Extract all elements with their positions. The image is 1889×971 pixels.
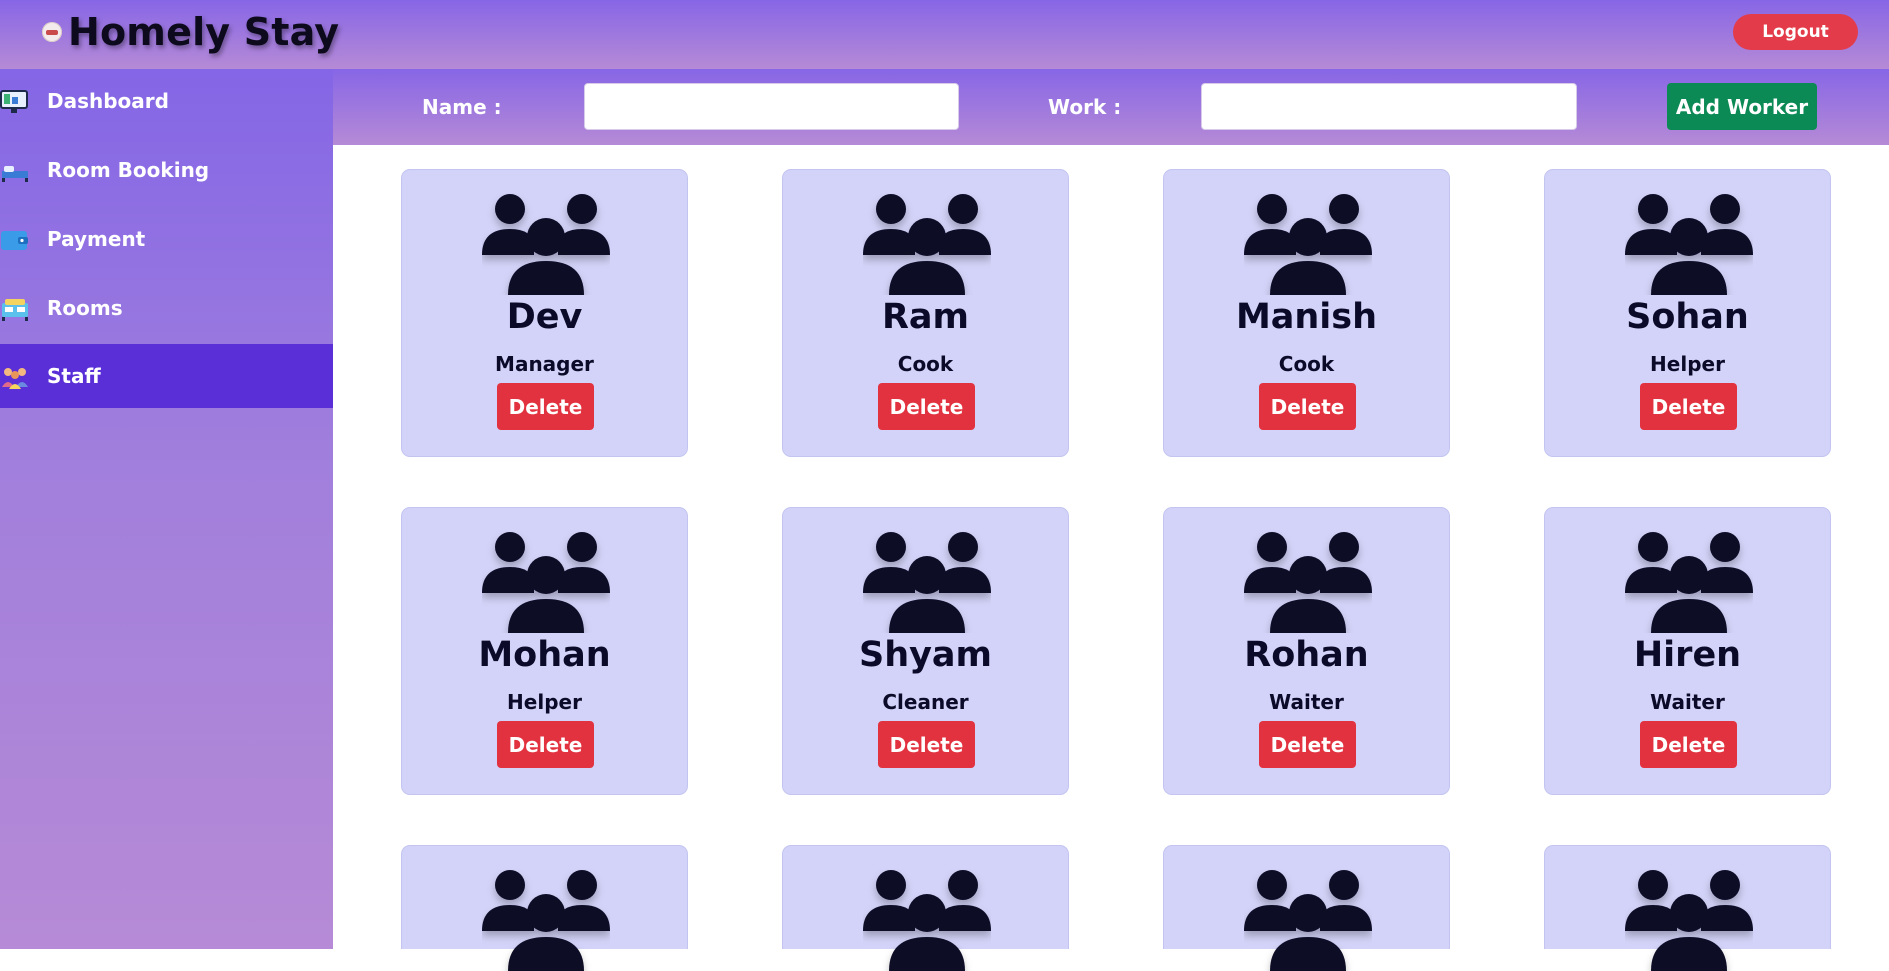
- sidebar-item-dashboard[interactable]: Dashboard: [0, 69, 333, 133]
- wallet-icon: [0, 224, 30, 254]
- delete-button[interactable]: Delete: [1640, 721, 1737, 768]
- worker-name: Ram: [881, 297, 970, 337]
- people-icon: [482, 194, 610, 295]
- worker-card: Manish Cook Delete: [1163, 169, 1450, 457]
- staff-icon: [0, 361, 30, 391]
- people-icon: [482, 532, 610, 633]
- name-input[interactable]: [584, 83, 959, 130]
- people-icon: [863, 194, 991, 295]
- worker-card: Mohan Helper Delete: [401, 507, 688, 795]
- sidebar-item-payment[interactable]: Payment: [0, 207, 333, 271]
- sidebar-item-label: Payment: [47, 227, 146, 251]
- delete-button[interactable]: Delete: [1259, 383, 1356, 430]
- brand-title: Homely Stay: [68, 10, 340, 54]
- sidebar-item-label: Dashboard: [47, 89, 169, 113]
- people-icon: [1244, 532, 1372, 633]
- work-label: Work :: [1048, 95, 1122, 119]
- worker-card: [401, 845, 688, 971]
- people-icon: [1244, 870, 1372, 971]
- worker-card: [1163, 845, 1450, 971]
- worker-role: Cook: [897, 352, 954, 376]
- people-icon: [482, 870, 610, 971]
- people-icon: [863, 870, 991, 971]
- worker-role: Waiter: [1269, 690, 1344, 714]
- worker-card: [782, 845, 1069, 971]
- add-worker-button[interactable]: Add Worker: [1667, 83, 1817, 130]
- people-icon: [1625, 194, 1753, 295]
- add-worker-form: Name : Work : Add Worker: [333, 69, 1889, 145]
- brand-logo[interactable]: Homely Stay: [42, 10, 339, 54]
- delete-button[interactable]: Delete: [1259, 721, 1356, 768]
- worker-card: Rohan Waiter Delete: [1163, 507, 1450, 795]
- worker-name: Shyam: [858, 635, 993, 675]
- sidebar-item-rooms[interactable]: Rooms: [0, 276, 333, 340]
- worker-name: Hiren: [1633, 635, 1742, 675]
- delete-button[interactable]: Delete: [497, 721, 594, 768]
- worker-card: Sohan Helper Delete: [1544, 169, 1831, 457]
- sidebar-item-label: Rooms: [47, 296, 123, 320]
- sidebar: Dashboard Room Booking Payment Rooms Sta…: [0, 69, 333, 949]
- sidebar-item-room-booking[interactable]: Room Booking: [0, 138, 333, 202]
- delete-button[interactable]: Delete: [1640, 383, 1737, 430]
- worker-name: Dev: [506, 297, 583, 337]
- work-input[interactable]: [1201, 83, 1577, 130]
- worker-card: Dev Manager Delete: [401, 169, 688, 457]
- worker-role: Cleaner: [882, 690, 969, 714]
- worker-card: [1544, 845, 1831, 971]
- delete-button[interactable]: Delete: [878, 721, 975, 768]
- worker-card: Hiren Waiter Delete: [1544, 507, 1831, 795]
- people-icon: [1625, 532, 1753, 633]
- people-icon: [1244, 194, 1372, 295]
- logout-button[interactable]: Logout: [1733, 14, 1858, 50]
- top-header: Homely Stay Logout: [0, 0, 1889, 69]
- people-icon: [863, 532, 991, 633]
- sidebar-item-label: Room Booking: [47, 158, 210, 182]
- worker-card: Shyam Cleaner Delete: [782, 507, 1069, 795]
- worker-card: Ram Cook Delete: [782, 169, 1069, 457]
- worker-role: Helper: [507, 690, 582, 714]
- delete-button[interactable]: Delete: [497, 383, 594, 430]
- worker-name: Manish: [1235, 297, 1378, 337]
- worker-role: Waiter: [1650, 690, 1725, 714]
- worker-name: Rohan: [1244, 635, 1369, 675]
- name-label: Name :: [422, 95, 502, 119]
- logo-icon: [42, 22, 62, 42]
- rooms-icon: [0, 293, 30, 323]
- worker-name: Sohan: [1626, 297, 1749, 337]
- delete-button[interactable]: Delete: [878, 383, 975, 430]
- sidebar-item-staff[interactable]: Staff: [0, 344, 333, 408]
- people-icon: [1625, 870, 1753, 971]
- worker-name: Mohan: [478, 635, 611, 675]
- sidebar-item-label: Staff: [47, 364, 101, 388]
- worker-role: Cook: [1278, 352, 1335, 376]
- room-booking-icon: [0, 155, 30, 185]
- worker-role: Helper: [1650, 352, 1725, 376]
- worker-role: Manager: [495, 352, 594, 376]
- dashboard-icon: [0, 86, 30, 116]
